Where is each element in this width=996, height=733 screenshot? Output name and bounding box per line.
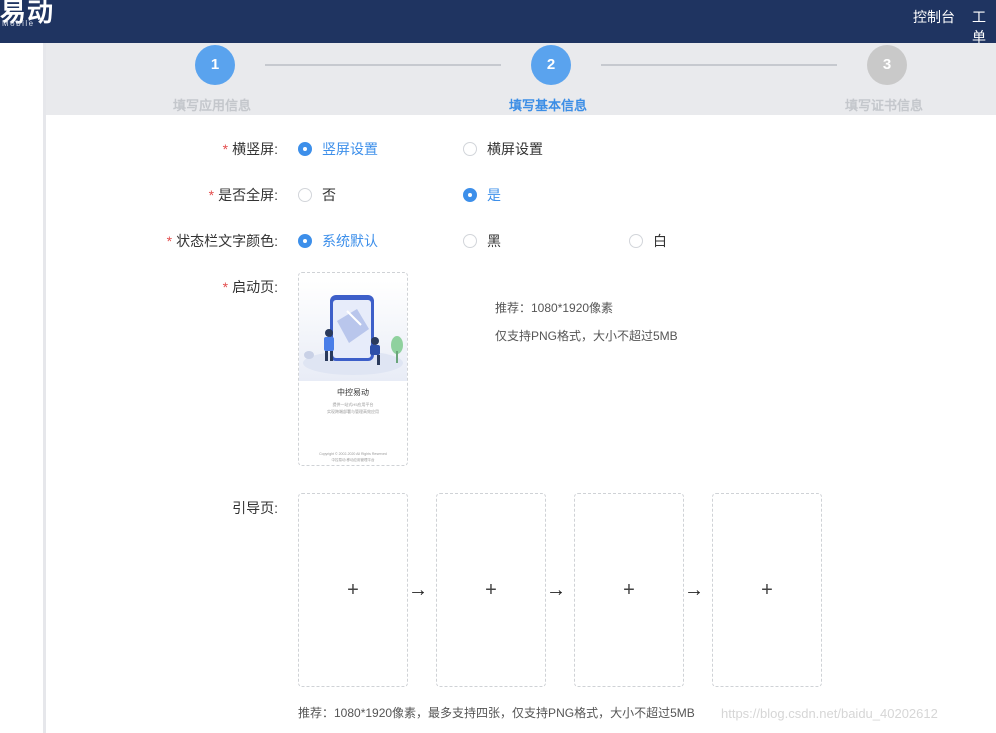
step-2-label: 填写基本信息: [509, 98, 588, 113]
nav-workorder[interactable]: 工单: [972, 7, 996, 47]
plus-icon: +: [485, 578, 497, 601]
orientation-label: * 横竖屏:: [222, 141, 278, 157]
orientation-portrait-radio[interactable]: 竖屏设置: [298, 139, 378, 159]
nav-console[interactable]: 控制台: [913, 7, 955, 27]
guide-upload-2[interactable]: +: [436, 493, 546, 687]
arrow-right-icon: →: [408, 579, 428, 601]
fullscreen-yes-radio[interactable]: 是: [463, 185, 501, 205]
splash-preview-title: 中控易动: [337, 388, 369, 397]
orientation-landscape-radio[interactable]: 横屏设置: [463, 139, 543, 159]
step-1-label: 填写应用信息: [173, 98, 252, 113]
guide-upload-1[interactable]: +: [298, 493, 408, 687]
plus-icon: +: [623, 578, 635, 601]
radio-dot: [298, 188, 312, 202]
watermark: https://blog.csdn.net/baidu_40202612: [721, 706, 938, 721]
left-sidebar: [0, 43, 46, 733]
fullscreen-no-radio[interactable]: 否: [298, 185, 336, 205]
plus-icon: +: [761, 578, 773, 601]
splash-preview-subtitle: 提供一站式H5应用平台 实现跨端部署与管理高效应用: [327, 402, 379, 414]
plus-icon: +: [347, 578, 359, 601]
step-connector-1: [265, 64, 501, 66]
radio-dot: [463, 234, 477, 248]
step-3-label: 填写证书信息: [845, 98, 924, 113]
splash-size-hint: 推荐：1080*1920像素: [495, 301, 614, 315]
arrow-right-icon: →: [684, 579, 704, 601]
step-indicator: 1 2 3 填写应用信息 填写基本信息 填写证书信息: [46, 43, 996, 115]
step-2-circle: 2: [531, 45, 571, 85]
top-header: 易动 Mobile 控制台 工单: [0, 0, 996, 45]
radio-dot: [298, 234, 312, 248]
statusbar-default-radio[interactable]: 系统默认: [298, 231, 378, 251]
splash-illustration: [299, 281, 407, 381]
guide-hint: 推荐：1080*1920像素，最多支持四张，仅支持PNG格式，大小不超过5MB: [298, 706, 695, 720]
splash-label: * 启动页:: [222, 279, 278, 295]
splash-upload[interactable]: 中控易动 提供一站式H5应用平台 实现跨端部署与管理高效应用 Copyright…: [298, 272, 408, 466]
statusbar-white-radio[interactable]: 白: [629, 231, 667, 251]
radio-dot: [629, 234, 643, 248]
guide-upload-3[interactable]: +: [574, 493, 684, 687]
statusbar-black-radio[interactable]: 黑: [463, 231, 501, 251]
step-connector-2: [601, 64, 837, 66]
app-logo-subtitle: Mobile: [2, 19, 35, 28]
guide-upload-4[interactable]: +: [712, 493, 822, 687]
radio-dot: [298, 142, 312, 156]
fullscreen-label: * 是否全屏:: [208, 187, 278, 203]
radio-dot: [463, 188, 477, 202]
statusbar-color-label: * 状态栏文字颜色:: [166, 233, 278, 249]
guide-label: 引导页:: [232, 500, 278, 516]
radio-dot: [463, 142, 477, 156]
arrow-right-icon: →: [546, 579, 566, 601]
step-1-circle: 1: [195, 45, 235, 85]
splash-format-hint: 仅支持PNG格式，大小不超过5MB: [495, 329, 678, 343]
splash-preview-copyright: Copyright © 2002-2020 All Rights Reserve…: [319, 452, 387, 462]
step-3-circle: 3: [867, 45, 907, 85]
